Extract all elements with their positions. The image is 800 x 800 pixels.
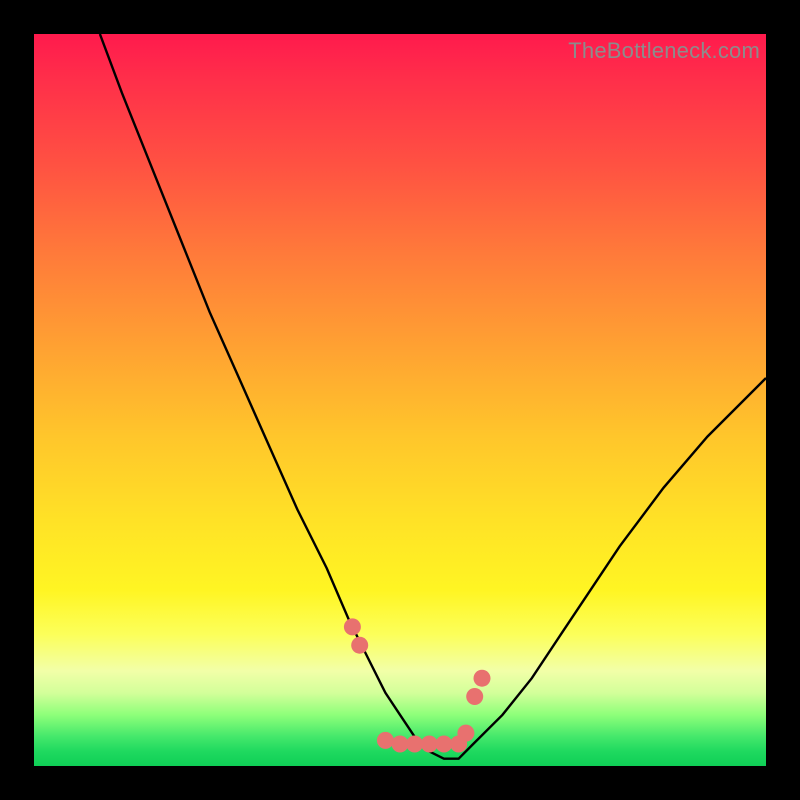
highlight-point xyxy=(474,670,491,687)
highlight-point xyxy=(392,736,409,753)
bottleneck-curve-svg xyxy=(34,34,766,766)
chart-frame: TheBottleneck.com xyxy=(0,0,800,800)
bottleneck-curve xyxy=(100,34,766,759)
highlight-points xyxy=(344,618,491,752)
highlight-point xyxy=(457,725,474,742)
highlight-point xyxy=(466,688,483,705)
highlight-point xyxy=(377,732,394,749)
highlight-point xyxy=(344,618,361,635)
highlight-point xyxy=(351,637,368,654)
highlight-point xyxy=(435,736,452,753)
highlight-point xyxy=(406,736,423,753)
plot-area: TheBottleneck.com xyxy=(34,34,766,766)
highlight-point xyxy=(421,736,438,753)
watermark-text: TheBottleneck.com xyxy=(568,38,760,64)
